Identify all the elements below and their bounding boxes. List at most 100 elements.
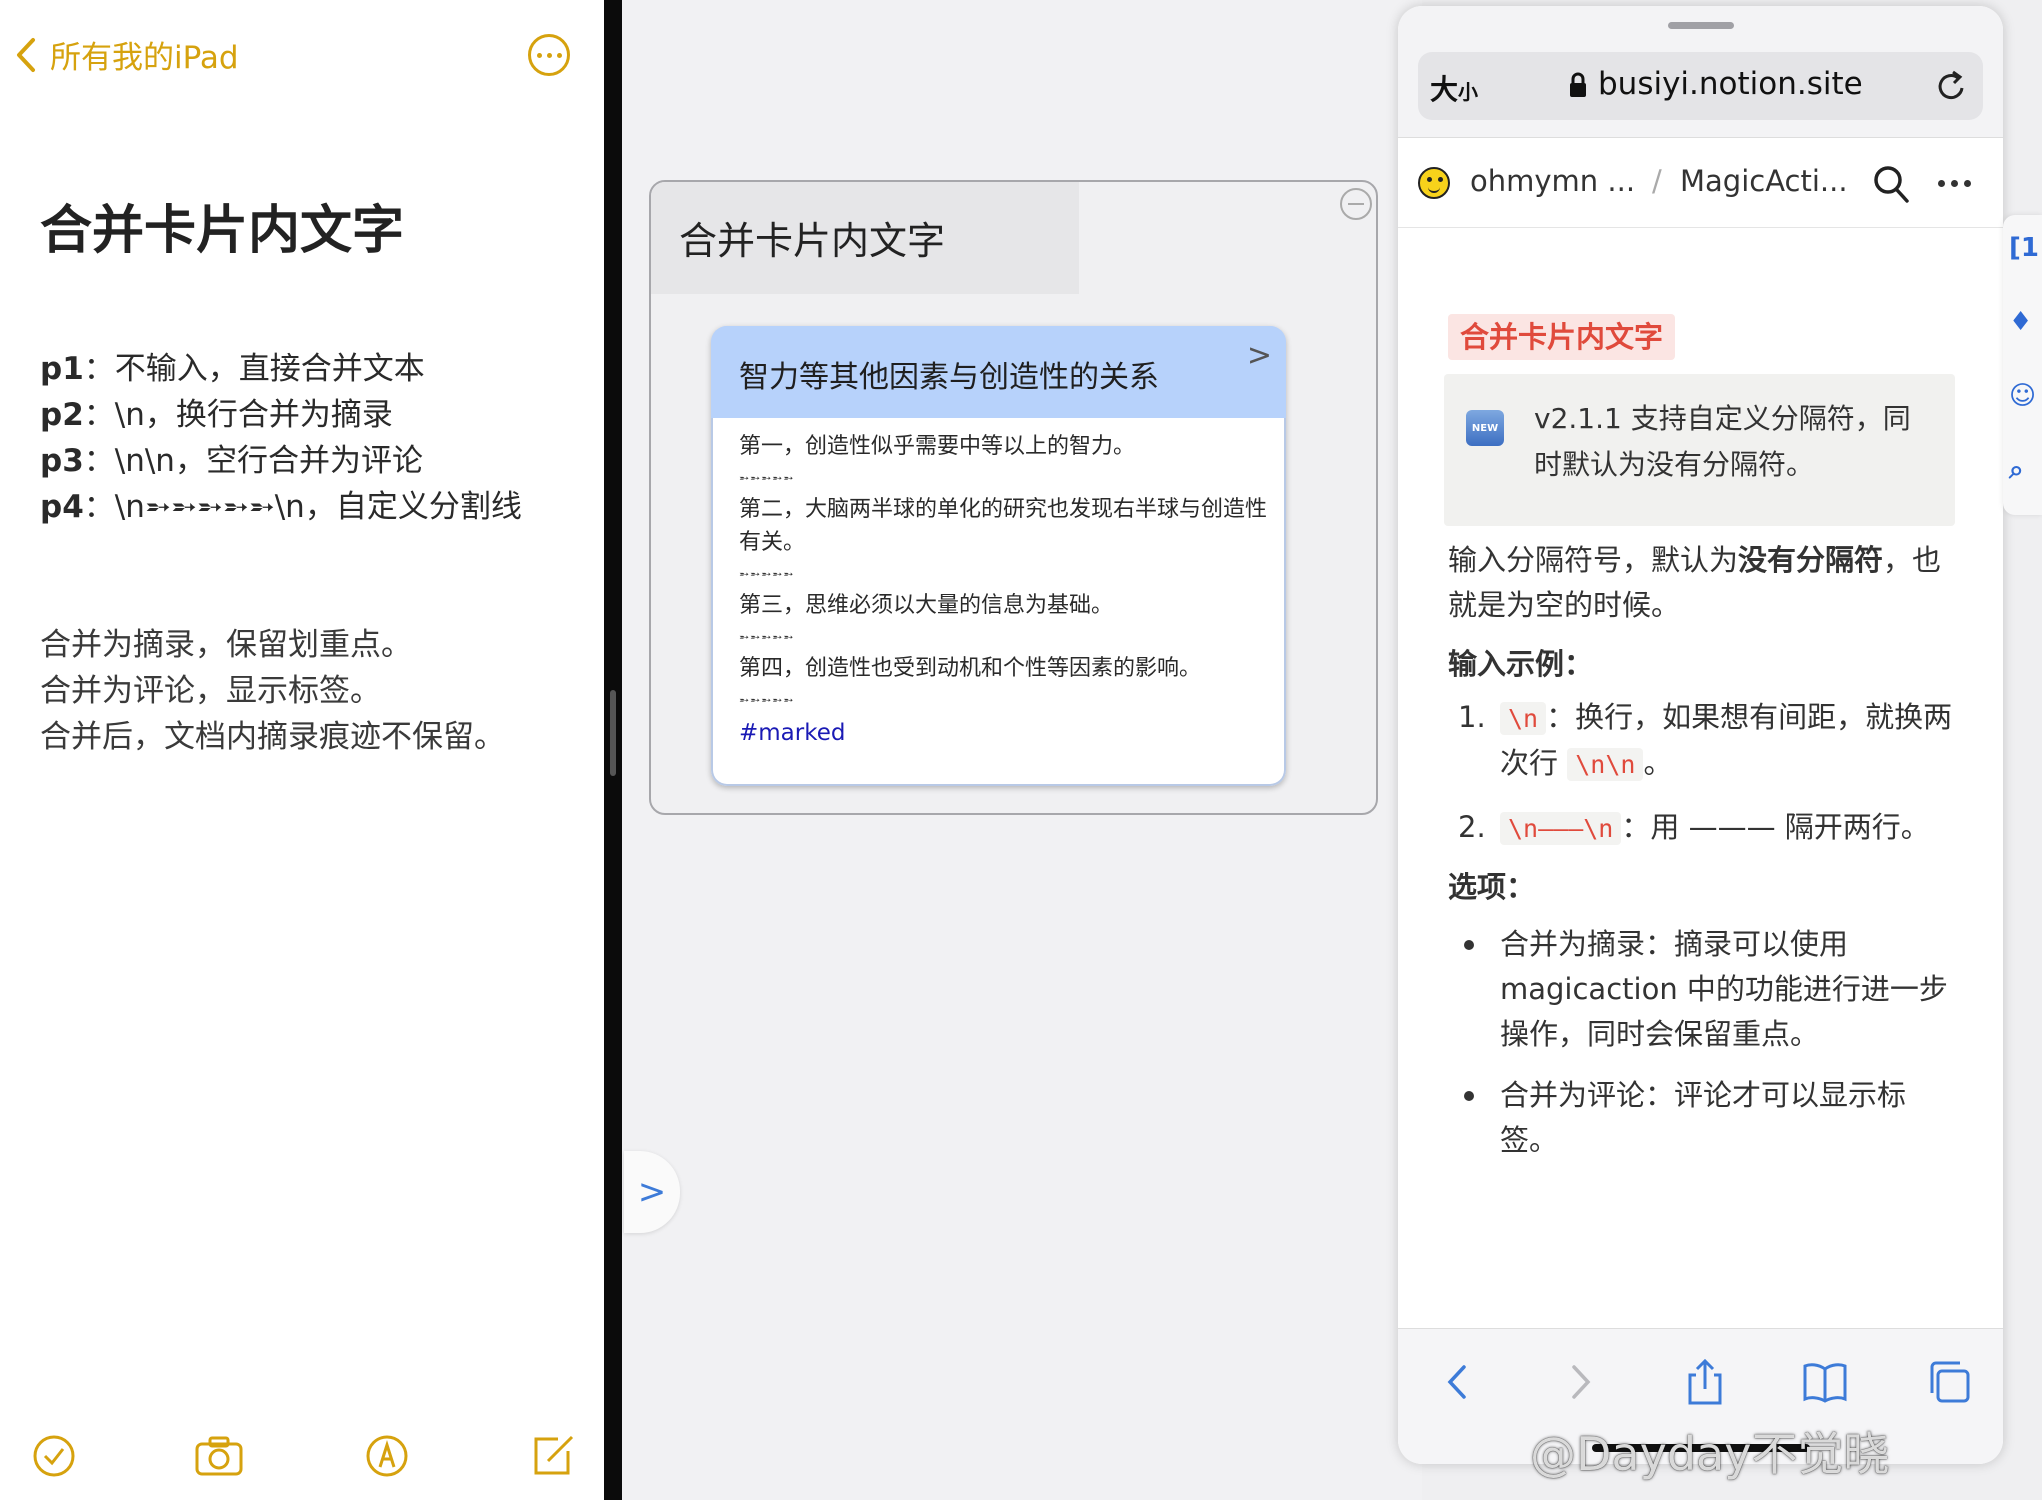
- desc-line: 合并为评论，显示标签。: [40, 673, 381, 709]
- breadcrumb-current[interactable]: MagicActi...: [1680, 164, 1848, 198]
- url-text: busiyi.notion.site: [1598, 66, 1863, 102]
- text-size-small: 小: [1458, 80, 1479, 104]
- breadcrumb-parent[interactable]: ohmymn ...: [1470, 164, 1635, 198]
- param-key: p2: [40, 397, 84, 433]
- desc-line: 合并为摘录，保留划重点。: [40, 627, 412, 663]
- edge-tab-strip[interactable]: [1 ♦ ☺ ⌕: [2003, 215, 2042, 515]
- camera-icon[interactable]: [194, 1433, 244, 1479]
- example-label: 输入示例：: [1448, 647, 1594, 681]
- param-line: p4：\n➵➵➵➵➵\n，自定义分割线: [40, 484, 522, 530]
- intro-bold: 没有分隔符: [1738, 543, 1884, 577]
- card-separator: ➵➵➵➵➵: [739, 693, 795, 707]
- desc-line: 合并后，文档内摘录痕迹不保留。: [40, 719, 505, 755]
- checklist-icon[interactable]: [30, 1433, 80, 1479]
- new-badge-icon: NEW: [1466, 410, 1504, 446]
- notes-pane: 所有我的iPad 合并卡片内文字 p1：不输入，直接合并文本 p2：\n，换行合…: [0, 0, 604, 1500]
- bookmarks-icon[interactable]: [1802, 1359, 1848, 1405]
- text-size-button[interactable]: 大小: [1430, 68, 1478, 108]
- edge-tab-item[interactable]: ⌕: [2009, 455, 2024, 486]
- edge-tab-item[interactable]: ♦: [2009, 307, 2032, 337]
- edge-tab-item[interactable]: [1: [2009, 233, 2039, 263]
- inline-code: \n———\n: [1500, 812, 1622, 845]
- card-paragraph: 第二，大脑两半球的单化的研究也发现右半球与创造性有关。: [739, 497, 1268, 555]
- collapse-icon[interactable]: [1340, 188, 1372, 220]
- lock-icon: [1570, 72, 1586, 97]
- watermark: @Dayday不觉晓: [1530, 1427, 1890, 1481]
- child-card-title: 智力等其他因素与创造性的关系: [711, 326, 1286, 418]
- list-item: 合并为摘录：摘录可以使用 magicaction 中的功能进行进一步操作，同时会…: [1448, 922, 1958, 1057]
- options-label: 选项：: [1448, 870, 1536, 904]
- param-list: p1：不输入，直接合并文本 p2：\n，换行合并为摘录 p3：\n\n，空行合并…: [40, 346, 522, 530]
- card-paragraph: 第一，创造性似乎需要中等以上的智力。: [739, 434, 1136, 459]
- more-icon[interactable]: [1938, 180, 1971, 187]
- param-text: ：不输入，直接合并文本: [83, 351, 425, 387]
- param-text: ：\n，换行合并为摘录: [83, 397, 393, 433]
- param-line: p3：\n\n，空行合并为评论: [40, 438, 522, 484]
- page-body: 输入分隔符号，默认为没有分隔符，也就是为空的时候。 输入示例： 1. \n ：换行…: [1448, 538, 1958, 1163]
- slide-over-handle[interactable]: [1668, 22, 1734, 29]
- breadcrumb-separator: /: [1652, 164, 1662, 198]
- more-options-icon[interactable]: [528, 34, 570, 76]
- compose-icon[interactable]: [528, 1433, 578, 1479]
- card-separator: ➵➵➵➵➵: [739, 567, 795, 581]
- expand-sidebar-button[interactable]: >: [624, 1151, 680, 1233]
- text-size-big: 大: [1430, 73, 1459, 106]
- param-key: p3: [40, 443, 84, 479]
- list-item: 合并为评论：评论才可以显示标签。: [1448, 1073, 1958, 1163]
- bullet: [1464, 940, 1474, 950]
- card-separator: ➵➵➵➵➵: [739, 630, 795, 644]
- intro-paragraph: 输入分隔符号，默认为没有分隔符，也就是为空的时候。: [1448, 538, 1958, 628]
- card-paragraph: 第四，创造性也受到动机和个性等因素的影响。: [739, 656, 1202, 681]
- chevron-left-icon: [17, 37, 35, 72]
- divider-grip[interactable]: [610, 690, 616, 776]
- address-bar[interactable]: 大小 busiyi.notion.site: [1418, 52, 1983, 120]
- list-text: 合并为评论：评论才可以显示标签。: [1500, 1078, 1907, 1157]
- child-card-body: 第一，创造性似乎需要中等以上的智力。 ➵➵➵➵➵ 第二，大脑两半球的单化的研究也…: [739, 430, 1279, 751]
- split-view-divider[interactable]: [604, 0, 622, 1500]
- param-text: ：\n\n，空行合并为评论: [83, 443, 423, 479]
- safari-top-bar: 大小 busiyi.notion.site: [1398, 6, 2003, 138]
- reload-icon[interactable]: [1935, 68, 1969, 104]
- tabs-icon[interactable]: [1926, 1359, 1972, 1405]
- inline-code: \n: [1500, 702, 1547, 735]
- list-number: 2.: [1458, 810, 1486, 844]
- child-card[interactable]: 智力等其他因素与创造性的关系 > 第一，创造性似乎需要中等以上的智力。 ➵➵➵➵…: [711, 326, 1286, 786]
- page-emoji-icon: [1418, 167, 1450, 199]
- callout-block: NEW v2.1.1 支持自定义分隔符，同时默认为没有分隔符。: [1444, 374, 1955, 526]
- bullet: [1464, 1091, 1474, 1101]
- note-title: 合并卡片内文字: [40, 201, 405, 261]
- mindmap-canvas[interactable]: 合并卡片内文字 智力等其他因素与创造性的关系 > 第一，创造性似乎需要中等以上的…: [622, 0, 1422, 1500]
- list-number: 1.: [1458, 700, 1486, 734]
- forward-icon[interactable]: [1558, 1359, 1604, 1405]
- parent-card-title: 合并卡片内文字: [651, 182, 1079, 294]
- list-item: 2. \n———\n ：用 ——— 隔开两行。: [1448, 805, 1958, 851]
- callout-text: v2.1.1 支持自定义分隔符，同时默认为没有分隔符。: [1534, 402, 1911, 481]
- page-heading: 合并卡片内文字: [1448, 314, 1676, 360]
- safari-slide-over: 大小 busiyi.notion.site ohmymn ... / Magic…: [1398, 6, 2003, 1464]
- list-item: 1. \n ：换行，如果想有间距，就换两次行 \n\n。: [1448, 695, 1958, 787]
- card-paragraph: 第三，思维必须以大量的信息为基础。: [739, 593, 1114, 618]
- param-key: p1: [40, 351, 84, 387]
- param-line: p2：\n，换行合并为摘录: [40, 392, 522, 438]
- param-line: p1：不输入，直接合并文本: [40, 346, 522, 392]
- note-description: 合并为摘录，保留划重点。 合并为评论，显示标签。 合并后，文档内摘录痕迹不保留。: [40, 622, 505, 760]
- back-button[interactable]: 所有我的iPad: [14, 32, 239, 77]
- notion-nav-bar: ohmymn ... / MagicActi...: [1398, 138, 2003, 228]
- list-text: ：用 ——— 隔开两行。: [1621, 810, 1930, 844]
- edge-tab-item[interactable]: ☺: [2009, 381, 2036, 411]
- card-separator: ➵➵➵➵➵: [739, 471, 795, 485]
- back-label: 所有我的iPad: [50, 40, 239, 76]
- intro-text: 输入分隔符号，默认为: [1448, 543, 1739, 577]
- chevron-right-icon[interactable]: >: [1247, 338, 1272, 373]
- card-tag[interactable]: #marked: [739, 715, 1279, 751]
- markup-icon[interactable]: [362, 1433, 412, 1479]
- inline-code: \n\n: [1567, 748, 1644, 781]
- back-icon[interactable]: [1434, 1359, 1480, 1405]
- notes-toolbar: [0, 1425, 604, 1485]
- parent-card[interactable]: 合并卡片内文字 智力等其他因素与创造性的关系 > 第一，创造性似乎需要中等以上的…: [649, 180, 1378, 815]
- param-text: ：\n➵➵➵➵➵\n，自定义分割线: [83, 489, 522, 525]
- search-icon[interactable]: [1872, 164, 1910, 204]
- share-icon[interactable]: [1682, 1359, 1728, 1405]
- param-key: p4: [40, 489, 84, 525]
- list-text: 。: [1643, 746, 1673, 780]
